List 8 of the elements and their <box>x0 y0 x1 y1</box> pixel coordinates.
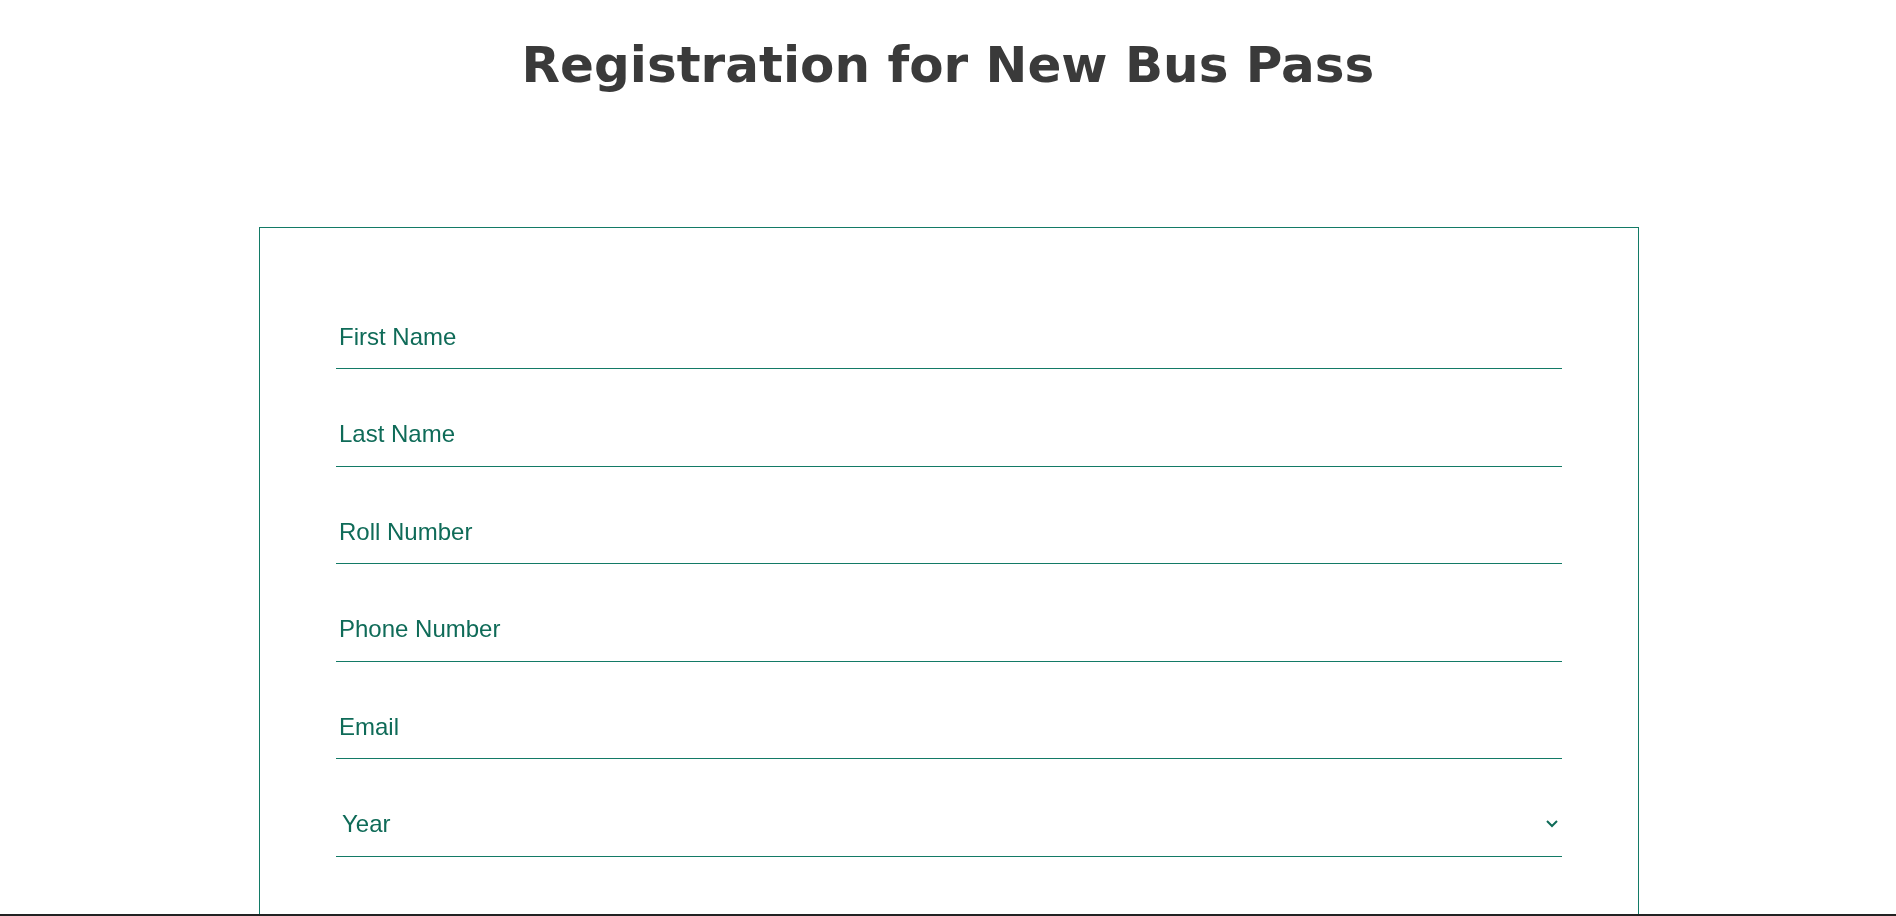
input-field[interactable]: First Name <box>336 319 1562 369</box>
page-title: Registration for New Bus Pass <box>521 35 1375 95</box>
input-field[interactable]: Roll Number <box>336 514 1562 564</box>
input-field[interactable]: Email <box>336 709 1562 759</box>
input-field[interactable]: Phone Number <box>336 611 1562 662</box>
dropdown-field[interactable]: Year <box>336 806 1562 857</box>
input-field[interactable]: Last Name <box>336 416 1562 467</box>
chevron-down-icon <box>1546 820 1558 828</box>
